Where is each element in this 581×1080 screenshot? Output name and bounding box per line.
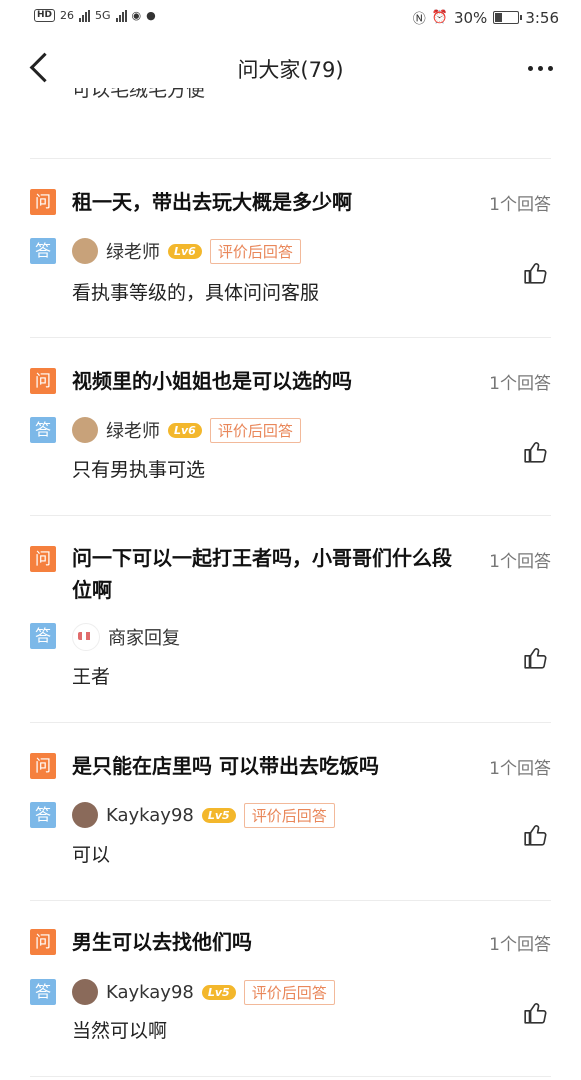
divider	[30, 337, 551, 338]
answer-count[interactable]: 1个回答	[489, 930, 551, 955]
question-text[interactable]: 是只能在店里吗 可以带出去吃饭吗	[72, 750, 452, 782]
network-label-2: 5G	[95, 9, 111, 22]
question-tag: 问	[30, 753, 56, 779]
username: 绿老师	[106, 242, 160, 263]
answer-count[interactable]: 1个回答	[489, 754, 551, 779]
username: 商家回复	[108, 628, 180, 649]
answer-count[interactable]: 1个回答	[489, 369, 551, 394]
review-answer-badge: 评价后回答	[209, 417, 301, 443]
thumbs-up-icon[interactable]	[523, 439, 549, 465]
status-right: Ⓝ ⏰ 30% 3:56	[412, 8, 559, 28]
answer-text: 可以	[72, 844, 111, 866]
divider	[30, 900, 551, 901]
answer-user: 商家回复	[72, 623, 180, 651]
question-text[interactable]: 租一天，带出去玩大概是多少啊	[72, 186, 452, 218]
review-answer-badge: 评价后回答	[243, 979, 335, 1005]
divider	[30, 158, 551, 159]
nfc-icon: Ⓝ	[412, 12, 426, 27]
question-tag: 问	[30, 546, 56, 572]
username: Kaykay98	[106, 804, 194, 826]
status-bar: HD 26 5G ◉ ● Ⓝ ⏰ 30% 3:56	[0, 0, 581, 36]
shop-avatar	[72, 623, 100, 651]
battery-icon	[493, 11, 523, 24]
answer-text: 只有男执事可选	[72, 459, 206, 481]
answer-text: 看执事等级的，具体问问客服	[72, 282, 320, 304]
answer-tag: 答	[30, 417, 56, 443]
answer-count[interactable]: 1个回答	[489, 190, 551, 215]
level-badge: Lv5	[201, 807, 236, 823]
question-tag: 问	[30, 189, 56, 215]
page-title: 问大家(79)	[237, 58, 344, 82]
question-text[interactable]: 视频里的小姐姐也是可以选的吗	[72, 365, 452, 397]
thumbs-up-icon[interactable]	[523, 1000, 549, 1026]
username: Kaykay98	[106, 981, 194, 1003]
thumbs-up-icon[interactable]	[523, 645, 549, 671]
answer-user: 绿老师 Lv6 评价后回答	[72, 417, 301, 443]
signal-icon-2	[115, 9, 127, 22]
avatar	[72, 979, 98, 1005]
thumbs-up-icon[interactable]	[523, 822, 549, 848]
alarm-icon: ⏰	[431, 10, 448, 25]
question-text[interactable]: 问一下可以一起打王者吗，小哥哥们什么段位啊	[72, 542, 452, 606]
status-left: HD 26 5G ◉ ●	[34, 9, 156, 22]
question-tag: 问	[30, 368, 56, 394]
answer-text: 王者	[72, 666, 111, 688]
answer-tag: 答	[30, 802, 56, 828]
divider	[30, 722, 551, 723]
answer-user: 绿老师 Lv6 评价后回答	[72, 238, 301, 264]
avatar	[72, 802, 98, 828]
more-options-icon[interactable]	[528, 66, 553, 71]
review-answer-badge: 评价后回答	[209, 238, 301, 264]
answer-user: Kaykay98 Lv5 评价后回答	[72, 979, 335, 1005]
answer-user: Kaykay98 Lv5 评价后回答	[72, 802, 335, 828]
signal-icon	[79, 9, 91, 22]
message-icon: ●	[146, 9, 156, 22]
answer-tag: 答	[30, 623, 56, 649]
answer-count[interactable]: 1个回答	[489, 547, 551, 572]
username: 绿老师	[106, 421, 160, 442]
avatar	[72, 238, 98, 264]
level-badge: Lv6	[168, 243, 202, 259]
network-label-1: 26	[60, 9, 75, 22]
level-badge: Lv6	[168, 422, 202, 438]
partial-previous-answer: 可以毛绒毛方便	[72, 88, 206, 101]
question-text[interactable]: 男生可以去找他们吗	[72, 926, 452, 958]
answer-text: 当然可以啊	[72, 1020, 168, 1042]
clock: 3:56	[525, 8, 559, 27]
avatar	[72, 417, 98, 443]
divider	[30, 515, 551, 516]
divider	[30, 1076, 551, 1077]
hd-icon: HD	[34, 9, 56, 22]
eye-icon: ◉	[131, 9, 142, 22]
question-tag: 问	[30, 929, 56, 955]
answer-tag: 答	[30, 979, 56, 1005]
battery-percent: 30%	[453, 8, 488, 27]
review-answer-badge: 评价后回答	[243, 802, 335, 828]
answer-tag: 答	[30, 238, 56, 264]
thumbs-up-icon[interactable]	[523, 260, 549, 286]
level-badge: Lv5	[201, 984, 236, 1000]
